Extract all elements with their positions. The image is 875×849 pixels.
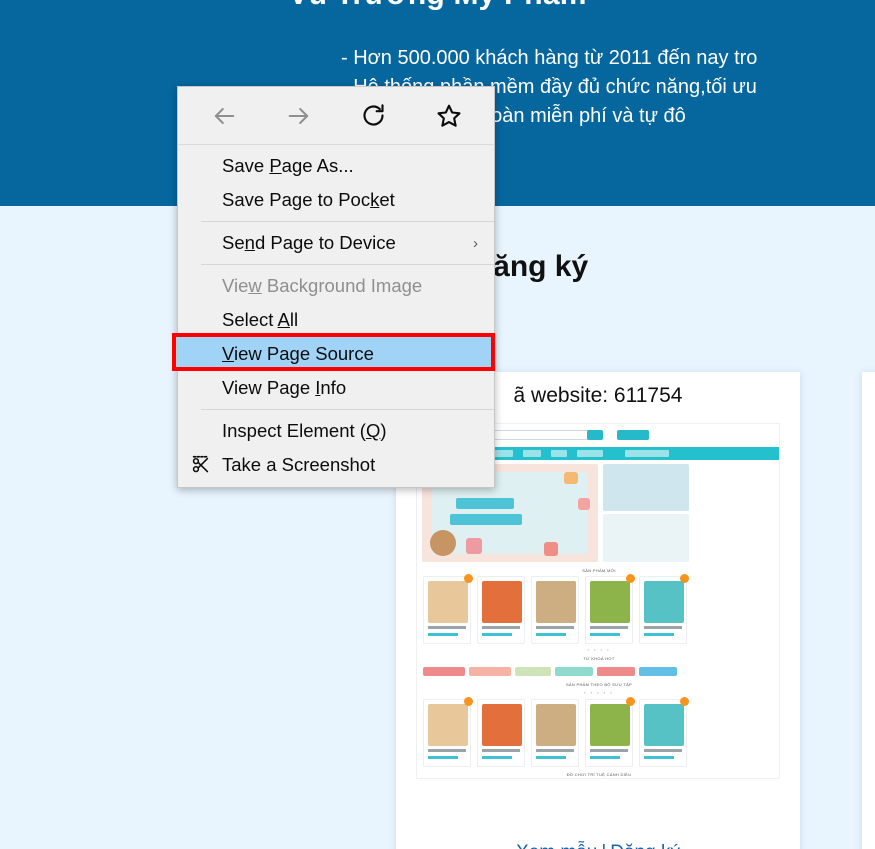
back-icon[interactable] — [186, 94, 261, 138]
mini-brand-dots: ▪ ▪ ▪ ▪ ▪ — [584, 690, 614, 695]
mini-tag-list — [423, 667, 687, 676]
mini-product-row-1 — [423, 574, 689, 644]
menu-item-view-page-info[interactable]: View Page Info — [178, 371, 494, 405]
mini-tag — [597, 667, 635, 676]
menu-item-label: Save Page to Pocket — [222, 189, 395, 210]
menu-item-view-background-image: View Background Image — [178, 269, 494, 303]
menu-item-save-page-as[interactable]: Save Page As... — [178, 149, 494, 183]
mini-nav-item-6 — [625, 450, 669, 457]
mini-tag — [423, 667, 465, 676]
menu-separator — [201, 264, 494, 265]
menu-item-label: Take a Screenshot — [222, 454, 376, 475]
screenshot-root: Vũ Trường Mỹ Phẩm - Hơn 500.000 khách hà… — [0, 0, 875, 849]
mini-product — [477, 699, 525, 767]
menu-item-view-page-source[interactable]: View Page Source — [172, 333, 495, 371]
mini-product — [585, 574, 635, 644]
link-separator: | — [601, 842, 606, 849]
mini-product-row-2 — [423, 697, 689, 767]
mini-side-banner-bottom — [603, 514, 689, 562]
register-link[interactable]: Đăng ký — [610, 842, 680, 849]
scissors-icon — [190, 454, 212, 476]
context-menu-items: Save Page As... Save Page to Pocket Send… — [172, 145, 495, 487]
menu-separator — [201, 409, 494, 410]
mini-product — [639, 697, 689, 767]
context-menu-toolbar — [178, 87, 494, 145]
reload-icon[interactable] — [336, 94, 411, 138]
menu-item-select-all[interactable]: Select All — [178, 303, 494, 337]
mini-nav-item-4 — [551, 450, 567, 457]
menu-item-label: Select All — [222, 309, 299, 330]
mini-product — [423, 574, 473, 644]
mini-product — [423, 697, 473, 767]
hero-bullet-1: - Hơn 500.000 khách hàng từ 2011 đến nay… — [341, 47, 758, 69]
mini-cart-button — [617, 430, 649, 440]
mini-pagination-dots: • • • • — [587, 647, 611, 652]
menu-item-save-page-to-pocket[interactable]: Save Page to Pocket — [178, 183, 494, 217]
menu-item-send-page-to-device[interactable]: Send Page to Device › — [178, 226, 494, 260]
mini-caption-new: SẢN PHẨM MỚI — [582, 568, 616, 573]
menu-item-label: View Page Source — [222, 343, 374, 364]
chevron-right-icon: › — [473, 234, 478, 252]
context-menu[interactable]: Save Page As... Save Page to Pocket Send… — [172, 86, 495, 488]
mini-product — [585, 697, 635, 767]
menu-item-label: View Background Image — [222, 275, 423, 296]
mini-tag — [555, 667, 593, 676]
mini-nav-item-3 — [523, 450, 541, 457]
menu-item-label: Send Page to Device — [222, 232, 396, 253]
menu-item-label: Inspect Element (Q) — [222, 420, 387, 441]
menu-separator — [201, 221, 494, 222]
mini-nav-item-5 — [577, 450, 603, 457]
mini-product — [531, 576, 579, 644]
mini-tag — [639, 667, 677, 676]
mini-tag — [515, 667, 551, 676]
menu-item-label: View Page Info — [222, 377, 347, 398]
mini-caption-brands: SẢN PHẨM THEO BỘ SƯU TẬP — [565, 682, 633, 687]
hero-title: Vũ Trường Mỹ Phẩm — [0, 0, 875, 12]
mini-caption-footer: ĐỒ CHƠI TRÍ TUỆ CÁNH DIỀU — [566, 772, 632, 777]
mini-caption-keywords: TỪ KHOÁ HOT — [583, 656, 615, 661]
forward-icon[interactable] — [261, 94, 336, 138]
mini-tag — [469, 667, 511, 676]
preview-link[interactable]: Xem mẫu — [516, 842, 597, 849]
mini-search-button — [587, 430, 603, 440]
menu-item-inspect-element[interactable]: Inspect Element (Q) — [178, 414, 494, 448]
menu-item-take-a-screenshot[interactable]: Take a Screenshot — [178, 448, 494, 482]
mini-product — [477, 576, 525, 644]
mini-product — [639, 574, 689, 644]
menu-item-label: Save Page As... — [222, 155, 354, 176]
website-card-next[interactable] — [862, 372, 875, 849]
mini-product — [531, 699, 579, 767]
bookmark-star-icon[interactable] — [411, 94, 486, 138]
mini-side-banner-top — [603, 464, 689, 511]
card-action-links: Xem mẫu | Đăng ký — [396, 842, 800, 849]
mini-search-input — [485, 430, 595, 440]
